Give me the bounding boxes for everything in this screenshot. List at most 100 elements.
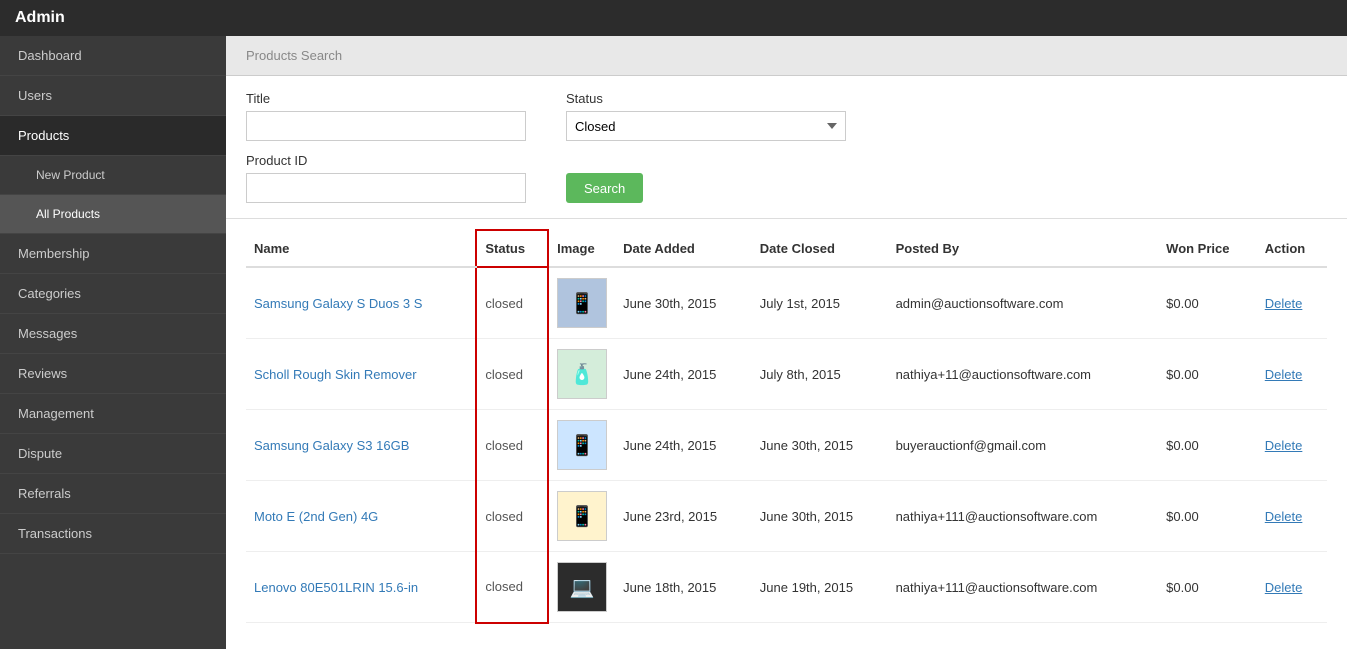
sidebar-item-transactions[interactable]: Transactions — [0, 514, 226, 554]
product-thumbnail: 💻 — [557, 562, 607, 612]
cell-date-closed: June 30th, 2015 — [752, 410, 888, 481]
delete-link[interactable]: Delete — [1265, 296, 1303, 311]
delete-link[interactable]: Delete — [1265, 367, 1303, 382]
cell-status: closed — [476, 267, 548, 339]
cell-status: closed — [476, 410, 548, 481]
status-select-wrapper: All Open Closed Pending — [566, 111, 846, 141]
status-select[interactable]: All Open Closed Pending — [566, 111, 846, 141]
cell-action: Delete — [1257, 339, 1327, 410]
products-table-area: Name Status Image Date Added Date Closed… — [226, 219, 1347, 634]
col-header-date-closed: Date Closed — [752, 230, 888, 267]
sidebar-item-messages[interactable]: Messages — [0, 314, 226, 354]
cell-posted-by: nathiya+111@auctionsoftware.com — [888, 552, 1159, 623]
cell-name: Samsung Galaxy S3 16GB — [246, 410, 476, 481]
delete-link[interactable]: Delete — [1265, 580, 1303, 595]
filter-group-product-id: Product ID — [246, 153, 526, 203]
cell-image: 🧴 — [548, 339, 615, 410]
topbar: Admin — [0, 0, 1347, 36]
table-row: Lenovo 80E501LRIN 15.6-in closed 💻 June … — [246, 552, 1327, 623]
cell-won-price: $0.00 — [1158, 339, 1257, 410]
cell-date-added: June 18th, 2015 — [615, 552, 752, 623]
cell-posted-by: nathiya+111@auctionsoftware.com — [888, 481, 1159, 552]
table-row: Samsung Galaxy S Duos 3 S closed 📱 June … — [246, 267, 1327, 339]
cell-action: Delete — [1257, 552, 1327, 623]
cell-won-price: $0.00 — [1158, 267, 1257, 339]
product-link[interactable]: Samsung Galaxy S3 16GB — [254, 438, 409, 453]
cell-won-price: $0.00 — [1158, 410, 1257, 481]
sidebar-item-all-products[interactable]: All Products — [0, 195, 226, 234]
products-table: Name Status Image Date Added Date Closed… — [246, 229, 1327, 624]
filter-group-status: Status All Open Closed Pending — [566, 91, 846, 141]
cell-posted-by: nathiya+11@auctionsoftware.com — [888, 339, 1159, 410]
sidebar-item-new-product[interactable]: New Product — [0, 156, 226, 195]
cell-won-price: $0.00 — [1158, 552, 1257, 623]
cell-action: Delete — [1257, 481, 1327, 552]
product-link[interactable]: Lenovo 80E501LRIN 15.6-in — [254, 580, 418, 595]
product-thumbnail: 📱 — [557, 420, 607, 470]
sidebar-item-membership[interactable]: Membership — [0, 234, 226, 274]
col-header-name: Name — [246, 230, 476, 267]
filter-area: Title Status All Open Closed Pending — [226, 76, 1347, 219]
product-id-input[interactable] — [246, 173, 526, 203]
cell-image: 💻 — [548, 552, 615, 623]
col-header-status: Status — [476, 230, 548, 267]
cell-status: closed — [476, 339, 548, 410]
product-link[interactable]: Moto E (2nd Gen) 4G — [254, 509, 378, 524]
sidebar-item-products[interactable]: Products — [0, 116, 226, 156]
table-row: Scholl Rough Skin Remover closed 🧴 June … — [246, 339, 1327, 410]
product-thumbnail: 📱 — [557, 491, 607, 541]
sidebar-item-referrals[interactable]: Referrals — [0, 474, 226, 514]
cell-action: Delete — [1257, 410, 1327, 481]
col-header-action: Action — [1257, 230, 1327, 267]
cell-status: closed — [476, 481, 548, 552]
cell-image: 📱 — [548, 481, 615, 552]
delete-link[interactable]: Delete — [1265, 509, 1303, 524]
col-header-image: Image — [548, 230, 615, 267]
col-header-date-added: Date Added — [615, 230, 752, 267]
cell-date-added: June 30th, 2015 — [615, 267, 752, 339]
cell-won-price: $0.00 — [1158, 481, 1257, 552]
cell-date-added: June 24th, 2015 — [615, 410, 752, 481]
delete-link[interactable]: Delete — [1265, 438, 1303, 453]
cell-date-closed: July 8th, 2015 — [752, 339, 888, 410]
content-area: Products Search Title Status All Open — [226, 36, 1347, 649]
cell-date-closed: June 30th, 2015 — [752, 481, 888, 552]
cell-posted-by: admin@auctionsoftware.com — [888, 267, 1159, 339]
sidebar-item-management[interactable]: Management — [0, 394, 226, 434]
table-header-row: Name Status Image Date Added Date Closed… — [246, 230, 1327, 267]
sidebar: Dashboard Users Products New Product All… — [0, 36, 226, 649]
product-link[interactable]: Samsung Galaxy S Duos 3 S — [254, 296, 422, 311]
sidebar-item-dispute[interactable]: Dispute — [0, 434, 226, 474]
cell-date-added: June 23rd, 2015 — [615, 481, 752, 552]
filter-group-search-btn: Search — [566, 173, 643, 203]
cell-date-closed: July 1st, 2015 — [752, 267, 888, 339]
product-thumbnail: 🧴 — [557, 349, 607, 399]
search-section-header: Products Search — [226, 36, 1347, 76]
cell-status: closed — [476, 552, 548, 623]
sidebar-item-reviews[interactable]: Reviews — [0, 354, 226, 394]
product-link[interactable]: Scholl Rough Skin Remover — [254, 367, 417, 382]
search-button[interactable]: Search — [566, 173, 643, 203]
cell-name: Scholl Rough Skin Remover — [246, 339, 476, 410]
search-section-title: Products Search — [246, 48, 342, 63]
cell-name: Samsung Galaxy S Duos 3 S — [246, 267, 476, 339]
cell-date-added: June 24th, 2015 — [615, 339, 752, 410]
app-title: Admin — [15, 9, 65, 27]
filter-group-title: Title — [246, 91, 526, 141]
cell-name: Moto E (2nd Gen) 4G — [246, 481, 476, 552]
title-input[interactable] — [246, 111, 526, 141]
title-label: Title — [246, 91, 526, 106]
cell-image: 📱 — [548, 267, 615, 339]
product-thumbnail: 📱 — [557, 278, 607, 328]
product-id-label: Product ID — [246, 153, 526, 168]
col-header-posted-by: Posted By — [888, 230, 1159, 267]
sidebar-item-users[interactable]: Users — [0, 76, 226, 116]
sidebar-item-dashboard[interactable]: Dashboard — [0, 36, 226, 76]
sidebar-item-categories[interactable]: Categories — [0, 274, 226, 314]
cell-posted-by: buyerauctionf@gmail.com — [888, 410, 1159, 481]
cell-name: Lenovo 80E501LRIN 15.6-in — [246, 552, 476, 623]
main-layout: Dashboard Users Products New Product All… — [0, 36, 1347, 649]
filter-row-1: Title Status All Open Closed Pending — [246, 91, 1327, 141]
cell-date-closed: June 19th, 2015 — [752, 552, 888, 623]
col-header-won-price: Won Price — [1158, 230, 1257, 267]
